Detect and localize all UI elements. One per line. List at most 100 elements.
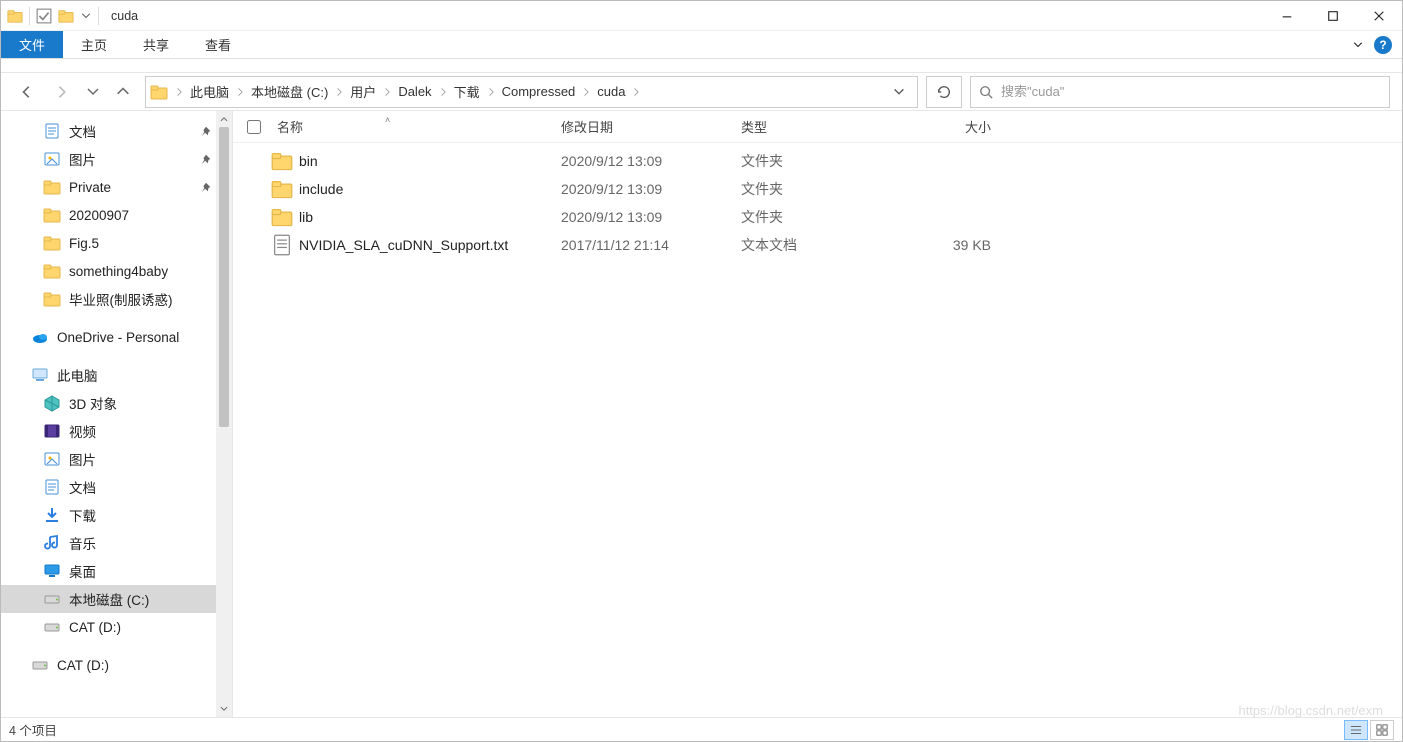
chevron-right-icon[interactable] (380, 87, 394, 97)
sidebar-item-label: OneDrive - Personal (57, 330, 179, 345)
file-row[interactable]: NVIDIA_SLA_cuDNN_Support.txt2017/11/12 2… (233, 231, 1402, 259)
sidebar-item[interactable]: Private (1, 173, 232, 201)
view-details-button[interactable] (1344, 720, 1368, 740)
column-header-type[interactable]: 类型 (741, 117, 891, 136)
sidebar-thispc[interactable]: 此电脑 (1, 361, 232, 389)
file-row[interactable]: bin2020/9/12 13:09文件夹 (233, 147, 1402, 175)
drive-icon (43, 590, 61, 608)
recent-dropdown[interactable] (85, 78, 101, 106)
qat-dropdown-icon[interactable] (80, 10, 92, 22)
sidebar-scrollbar[interactable] (216, 111, 232, 717)
ribbon-collapse-icon[interactable] (1352, 39, 1364, 51)
sidebar-item-label: 文档 (69, 121, 96, 141)
file-row[interactable]: include2020/9/12 13:09文件夹 (233, 175, 1402, 203)
pin-icon (200, 125, 212, 137)
address-dropdown-button[interactable] (885, 77, 913, 107)
breadcrumb-4[interactable]: 下载 (450, 77, 484, 107)
column-header-name[interactable]: 名称 ˄ (271, 117, 561, 136)
help-button[interactable]: ? (1374, 36, 1392, 54)
maximize-button[interactable] (1310, 1, 1356, 31)
sidebar-item[interactable]: 音乐 (1, 529, 232, 557)
sidebar-item-label: 3D 对象 (69, 393, 117, 413)
pic-icon (43, 150, 61, 168)
sidebar-item-label: something4baby (69, 264, 168, 279)
close-button[interactable] (1356, 1, 1402, 31)
explorer-window: cuda 文件 主页共享查看 ? 此电脑本地磁盘 (C:)用户Dalek下载Co… (0, 0, 1403, 742)
back-button[interactable] (13, 78, 41, 106)
scroll-down-icon[interactable] (216, 701, 232, 717)
column-header-size[interactable]: 大小 (891, 117, 1011, 136)
sidebar-item[interactable]: 桌面 (1, 557, 232, 585)
file-type: 文件夹 (741, 151, 891, 171)
minimize-button[interactable] (1264, 1, 1310, 31)
sidebar-item[interactable]: 下载 (1, 501, 232, 529)
search-box[interactable] (970, 76, 1390, 108)
chevron-right-icon[interactable] (332, 87, 346, 97)
forward-button[interactable] (49, 78, 77, 106)
ribbon-tab-file[interactable]: 文件 (1, 31, 63, 58)
up-button[interactable] (109, 78, 137, 106)
sidebar-item-label: Fig.5 (69, 236, 99, 251)
file-list-pane: 名称 ˄ 修改日期 类型 大小 bin2020/9/12 13:09文件夹inc… (233, 111, 1402, 717)
sidebar-item[interactable]: 文档 (1, 117, 232, 145)
chevron-right-icon[interactable] (172, 87, 186, 97)
sidebar-item[interactable]: 文档 (1, 473, 232, 501)
file-date: 2020/9/12 13:09 (561, 181, 741, 197)
ribbon-tab-2[interactable]: 查看 (187, 31, 249, 58)
file-type: 文件夹 (741, 179, 891, 199)
chevron-right-icon[interactable] (484, 87, 498, 97)
chevron-right-icon[interactable] (629, 87, 643, 97)
sidebar-item-label: 文档 (69, 477, 96, 497)
chevron-right-icon[interactable] (436, 87, 450, 97)
ribbon-tab-1[interactable]: 共享 (125, 31, 187, 58)
breadcrumb-2[interactable]: 用户 (346, 77, 380, 107)
breadcrumb-5[interactable]: Compressed (498, 77, 580, 107)
breadcrumb-0[interactable]: 此电脑 (186, 77, 233, 107)
sidebar-item-label: 图片 (69, 149, 96, 169)
drive-icon (43, 618, 61, 636)
column-header-date[interactable]: 修改日期 (561, 117, 741, 136)
file-size: 39 KB (891, 237, 1011, 253)
breadcrumb-3[interactable]: Dalek (394, 77, 435, 107)
ribbon-tab-0[interactable]: 主页 (63, 31, 125, 58)
sidebar-drive-extra[interactable]: CAT (D:) (1, 651, 232, 679)
sidebar-item[interactable]: 图片 (1, 445, 232, 473)
file-row[interactable]: lib2020/9/12 13:09文件夹 (233, 203, 1402, 231)
search-input[interactable] (1001, 84, 1381, 99)
address-bar[interactable]: 此电脑本地磁盘 (C:) 用户 Dalek 下载 Compressed cuda (145, 76, 918, 108)
folder-icon (43, 178, 61, 196)
sidebar-item[interactable]: CAT (D:) (1, 613, 232, 641)
file-type: 文件夹 (741, 207, 891, 227)
sidebar-onedrive[interactable]: OneDrive - Personal (1, 323, 232, 351)
sidebar-item[interactable]: 20200907 (1, 201, 232, 229)
navigation-bar: 此电脑本地磁盘 (C:) 用户 Dalek 下载 Compressed cuda (1, 73, 1402, 111)
chevron-right-icon[interactable] (579, 87, 593, 97)
onedrive-icon (31, 328, 49, 346)
item-count-label: 4 个项目 (9, 720, 57, 739)
navigation-pane: 文档图片Private20200907Fig.5something4baby毕业… (1, 111, 233, 717)
qat-newfolder-icon[interactable] (58, 8, 74, 24)
sidebar-item[interactable]: Fig.5 (1, 229, 232, 257)
qat-properties-icon[interactable] (36, 8, 52, 24)
sidebar-item[interactable]: 3D 对象 (1, 389, 232, 417)
sidebar-item-label: CAT (D:) (57, 658, 109, 673)
chevron-right-icon[interactable] (233, 87, 247, 97)
file-date: 2017/11/12 21:14 (561, 237, 741, 253)
file-date: 2020/9/12 13:09 (561, 153, 741, 169)
breadcrumb-6[interactable]: cuda (593, 77, 629, 107)
sidebar-item[interactable]: 视频 (1, 417, 232, 445)
scroll-up-icon[interactable] (216, 111, 232, 127)
select-all-checkbox[interactable] (247, 120, 261, 134)
sidebar-item[interactable]: 毕业照(制服诱惑) (1, 285, 232, 313)
folder-icon (43, 262, 61, 280)
file-name: lib (299, 209, 561, 225)
file-name: include (299, 181, 561, 197)
sidebar-item[interactable]: 图片 (1, 145, 232, 173)
sidebar-item[interactable]: 本地磁盘 (C:) (1, 585, 232, 613)
view-large-icons-button[interactable] (1370, 720, 1394, 740)
refresh-button[interactable] (926, 76, 962, 108)
breadcrumb-1[interactable]: 本地磁盘 (C:) (247, 77, 332, 107)
scroll-thumb[interactable] (219, 127, 229, 427)
doc-icon (43, 478, 61, 496)
sidebar-item[interactable]: something4baby (1, 257, 232, 285)
